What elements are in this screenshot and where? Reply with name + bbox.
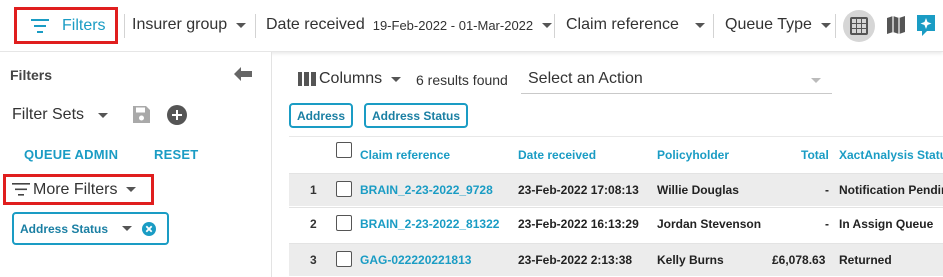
- claim-reference-link[interactable]: BRAIN_2-23-2022_81322: [360, 217, 499, 231]
- date-received-dropdown[interactable]: Date received 19-Feb-2022 - 01-Mar-2022: [266, 0, 553, 50]
- claim-reference-link[interactable]: BRAIN_2-23-2022_9728: [360, 183, 493, 197]
- filter-sets-dropdown[interactable]: Filter Sets: [12, 106, 84, 124]
- policyholder-cell: Jordan Stevenson: [657, 217, 762, 231]
- policyholder-cell: Willie Douglas: [657, 183, 739, 197]
- filters-label: Filters: [62, 16, 106, 34]
- row-number: 1: [310, 183, 317, 197]
- status-cell: Notification Pending: [839, 183, 943, 197]
- columns-icon: [298, 72, 316, 86]
- add-filter-set-icon[interactable]: [167, 105, 187, 125]
- table-row[interactable]: 2 BRAIN_2-23-2022_81322 23-Feb-2022 16:1…: [289, 207, 943, 240]
- divider: [554, 14, 555, 38]
- more-filters-label: More Filters: [33, 180, 118, 198]
- results-count: 6 results found: [416, 72, 508, 88]
- address-column-tag[interactable]: Address: [289, 103, 354, 128]
- chevron-down-icon: [236, 22, 247, 28]
- date-received-label: Date received: [266, 16, 365, 33]
- claim-reference-label: Claim reference: [566, 16, 679, 33]
- address-status-filter-chip[interactable]: Address Status: [12, 212, 169, 245]
- queue-admin-button[interactable]: QUEUE ADMIN: [24, 147, 118, 162]
- chevron-down-icon: [126, 187, 137, 192]
- map-icon[interactable]: [886, 15, 906, 35]
- filter-icon: [12, 183, 30, 196]
- total-cell: £6,078.63: [772, 253, 826, 267]
- insurer-group-label: Insurer group: [132, 16, 228, 33]
- top-toolbar: Filters Insurer group Date received 19-F…: [0, 0, 943, 52]
- claim-reference-link[interactable]: GAG-022220221813: [360, 253, 471, 267]
- filters-panel: Filters Filter Sets QUEUE ADMIN RESET Mo…: [0, 52, 272, 277]
- ai-assistant-icon[interactable]: [915, 13, 937, 37]
- column-header-xactanalysis-status[interactable]: XactAnalysis Status: [839, 148, 943, 162]
- address-status-column-tag[interactable]: Address Status: [364, 103, 469, 128]
- table-row[interactable]: 3 GAG-022220221813 23-Feb-2022 2:13:38 K…: [289, 243, 943, 276]
- filters-panel-title: Filters: [10, 67, 53, 83]
- date-range-value: 19-Feb-2022 - 01-Mar-2022: [372, 17, 534, 33]
- clear-icon[interactable]: [142, 221, 157, 236]
- table-header: Claim reference Date received Policyhold…: [289, 136, 943, 173]
- filter-icon: [31, 18, 49, 33]
- chevron-down-icon: [542, 22, 553, 28]
- status-cell: Returned: [839, 253, 892, 267]
- divider: [835, 14, 836, 38]
- chevron-down-icon: [811, 78, 821, 83]
- select-all-checkbox[interactable]: [336, 142, 352, 158]
- column-header-total[interactable]: Total: [801, 148, 829, 162]
- divider: [124, 14, 125, 38]
- date-received-cell: 23-Feb-2022 17:08:13: [518, 183, 639, 197]
- total-cell: -: [825, 183, 829, 197]
- date-received-cell: 23-Feb-2022 16:13:29: [518, 217, 639, 231]
- status-cell: In Assign Queue: [839, 217, 934, 231]
- address-status-chip-label: Address Status: [20, 221, 109, 236]
- policyholder-cell: Kelly Burns: [657, 253, 724, 267]
- row-number: 3: [310, 253, 317, 267]
- collapse-arrow-icon[interactable]: [234, 67, 252, 81]
- queue-type-dropdown[interactable]: Queue Type: [725, 0, 831, 50]
- column-header-claim-reference[interactable]: Claim reference: [360, 148, 450, 162]
- insurer-group-dropdown[interactable]: Insurer group: [132, 0, 247, 50]
- row-checkbox[interactable]: [336, 251, 352, 267]
- divider: [713, 14, 714, 38]
- column-header-policyholder[interactable]: Policyholder: [657, 148, 729, 162]
- date-received-cell: 23-Feb-2022 2:13:38: [518, 253, 633, 267]
- row-checkbox[interactable]: [336, 215, 352, 231]
- claim-reference-dropdown[interactable]: Claim reference: [566, 0, 705, 50]
- claims-table: Claim reference Date received Policyhold…: [289, 136, 943, 277]
- grid-view-button[interactable]: [843, 10, 875, 42]
- table-row[interactable]: 1 BRAIN_2-23-2022_9728 23-Feb-2022 17:08…: [289, 173, 943, 206]
- queue-type-label: Queue Type: [725, 16, 812, 33]
- chevron-down-icon: [694, 22, 705, 28]
- action-select[interactable]: Select an Action: [521, 64, 832, 94]
- action-select-placeholder: Select an Action: [528, 70, 643, 87]
- columns-label: Columns: [319, 70, 383, 87]
- grid-view-icon: [850, 17, 868, 35]
- filters-toggle-button[interactable]: Filters: [14, 7, 118, 44]
- column-header-date-received[interactable]: Date received: [518, 148, 596, 162]
- reset-button[interactable]: RESET: [154, 147, 198, 162]
- chevron-down-icon: [820, 22, 831, 28]
- chevron-down-icon[interactable]: [98, 113, 108, 118]
- more-filters-dropdown[interactable]: More Filters: [3, 174, 154, 205]
- total-cell: -: [825, 217, 829, 231]
- row-checkbox[interactable]: [336, 181, 352, 197]
- row-number: 2: [310, 217, 317, 231]
- chevron-down-icon[interactable]: [122, 226, 133, 231]
- chevron-down-icon: [391, 76, 402, 82]
- save-icon[interactable]: [133, 106, 150, 123]
- columns-button[interactable]: Columns: [298, 70, 402, 88]
- divider: [255, 14, 256, 38]
